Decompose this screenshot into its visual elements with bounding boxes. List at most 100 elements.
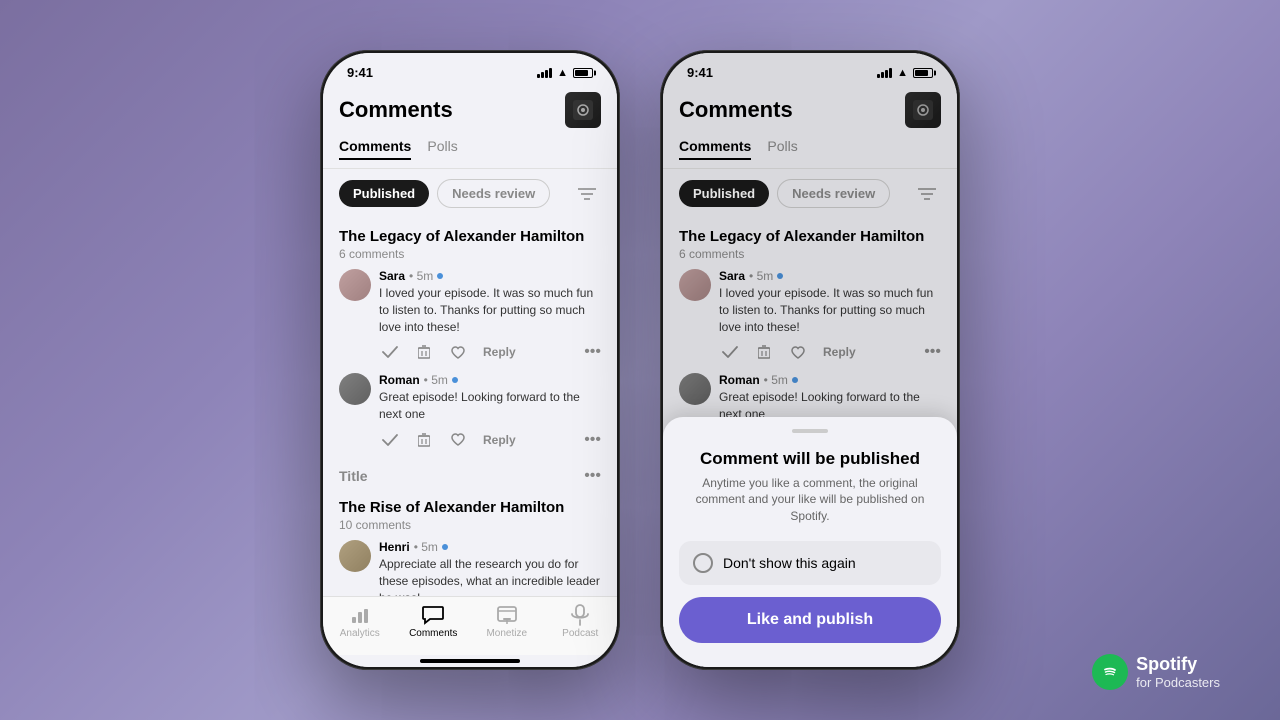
- comment-time-henri: • 5m: [414, 540, 438, 554]
- delete-btn-roman-1[interactable]: [413, 429, 435, 451]
- spotify-tagline: for Podcasters: [1136, 675, 1220, 690]
- modal-option-text: Don't show this again: [723, 555, 856, 571]
- modal-cta-button[interactable]: Like and publish: [679, 597, 941, 643]
- tab-analytics-1[interactable]: Analytics: [323, 603, 397, 639]
- comment-meta-roman-1: Roman • 5m: [379, 373, 601, 387]
- like-btn-sara-1[interactable]: [447, 341, 469, 363]
- spotify-branding: Spotify for Podcasters: [1092, 654, 1220, 690]
- status-icons-1: ▲: [537, 67, 593, 79]
- reply-btn-sara-1[interactable]: Reply: [483, 345, 516, 359]
- delete-btn-sara-1[interactable]: [413, 341, 435, 363]
- approve-btn-roman-1[interactable]: [379, 429, 401, 451]
- comment-time-sara-1: • 5m: [409, 269, 433, 283]
- modal-overlay: Comment will be published Anytime you li…: [663, 53, 957, 667]
- like-btn-roman-1[interactable]: [447, 429, 469, 451]
- comment-text-roman-1: Great episode! Looking forward to the ne…: [379, 389, 601, 423]
- avatar-sara-1: [339, 269, 371, 301]
- battery-fill: [575, 70, 588, 76]
- tabs-row-1: Comments Polls: [323, 134, 617, 169]
- episode-count-2-phone1: 10 comments: [339, 518, 601, 532]
- app-title-1: Comments: [339, 97, 453, 123]
- avatar-henri: [339, 540, 371, 572]
- comment-actions-sara-1: Reply •••: [379, 341, 601, 363]
- more-btn-sara-1[interactable]: •••: [584, 343, 601, 361]
- avatar-roman-1: [339, 373, 371, 405]
- tab-podcast-1[interactable]: Podcast: [544, 603, 618, 639]
- radio-circle: [693, 553, 713, 573]
- app-header-1: Comments: [323, 84, 617, 134]
- comment-actions-roman-1: Reply •••: [379, 429, 601, 451]
- comment-body-henri: Henri • 5m Appreciate all the research y…: [379, 540, 601, 596]
- modal-handle: [792, 429, 828, 433]
- comment-author-henri: Henri: [379, 540, 410, 554]
- comment-meta-henri: Henri • 5m: [379, 540, 601, 554]
- home-bar-1: [420, 659, 520, 663]
- monetize-icon-1: [497, 603, 517, 626]
- comment-dot-sara-1: [437, 273, 443, 279]
- spotify-name: Spotify: [1136, 654, 1220, 675]
- signal-bar: [549, 68, 552, 78]
- modal-option-dont-show[interactable]: Don't show this again: [679, 541, 941, 585]
- more-btn-roman-1[interactable]: •••: [584, 431, 601, 449]
- comment-body-roman-1: Roman • 5m Great episode! Looking forwar…: [379, 373, 601, 451]
- comments-scroll-1[interactable]: The Legacy of Alexander Hamilton 6 comme…: [323, 218, 617, 596]
- status-time-1: 9:41: [347, 65, 373, 80]
- comments-icon-1: [422, 603, 444, 626]
- home-indicator-1: [323, 655, 617, 667]
- comment-text-henri: Appreciate all the research you do for t…: [379, 556, 601, 596]
- episode-section-1: The Legacy of Alexander Hamilton 6 comme…: [323, 218, 617, 451]
- comment-author-roman-1: Roman: [379, 373, 420, 387]
- comment-dot-roman-1: [452, 377, 458, 383]
- comment-item-roman-1: Roman • 5m Great episode! Looking forwar…: [339, 373, 601, 451]
- filter-icon-1[interactable]: [573, 180, 601, 208]
- tab-monetize-label-1: Monetize: [486, 628, 527, 639]
- signal-bar: [545, 70, 548, 78]
- phone-2: 9:41 ▲ Comments: [660, 50, 960, 670]
- modal-subtitle: Anytime you like a comment, the original…: [679, 475, 941, 525]
- comment-item-sara-1: Sara • 5m I loved your episode. It was s…: [339, 269, 601, 363]
- signal-bar: [541, 72, 544, 78]
- phone-1: 9:41 ▲ Comments: [320, 50, 620, 670]
- tab-analytics-label-1: Analytics: [340, 628, 380, 639]
- signal-bars-1: [537, 68, 552, 78]
- comment-meta-sara-1: Sara • 5m: [379, 269, 601, 283]
- comment-body-sara-1: Sara • 5m I loved your episode. It was s…: [379, 269, 601, 363]
- phones-container: 9:41 ▲ Comments: [320, 50, 960, 670]
- spotify-logo: [1092, 654, 1128, 690]
- modal-title: Comment will be published: [679, 449, 941, 469]
- approve-btn-sara-1[interactable]: [379, 341, 401, 363]
- modal-sheet: Comment will be published Anytime you li…: [663, 417, 957, 667]
- comment-time-roman-1: • 5m: [424, 373, 448, 387]
- tab-podcast-label-1: Podcast: [562, 628, 598, 639]
- tab-monetize-1[interactable]: Monetize: [470, 603, 544, 639]
- tab-comments-bottom-1[interactable]: Comments: [397, 603, 471, 639]
- podcast-icon-1: [571, 603, 589, 626]
- comment-text-sara-1: I loved your episode. It was so much fun…: [379, 285, 601, 335]
- battery-icon-1: [573, 68, 593, 78]
- signal-bar: [537, 74, 540, 78]
- tab-bar-1: Analytics Comments Monetize: [323, 596, 617, 655]
- comment-dot-henri: [442, 544, 448, 550]
- episode-count-1: 6 comments: [339, 247, 601, 261]
- tab-comments-1[interactable]: Comments: [339, 138, 411, 160]
- section-more-1[interactable]: •••: [584, 467, 601, 485]
- episode-title-2-phone1: The Rise of Alexander Hamilton: [339, 499, 601, 516]
- comment-item-henri: Henri • 5m Appreciate all the research y…: [339, 540, 601, 596]
- episode-title-1: The Legacy of Alexander Hamilton: [339, 228, 601, 245]
- podcast-thumbnail-1[interactable]: [565, 92, 601, 128]
- episode-section-2-phone1: The Rise of Alexander Hamilton 10 commen…: [323, 489, 617, 596]
- section-divider-1: Title •••: [323, 461, 617, 489]
- tab-comments-label-1: Comments: [409, 628, 457, 639]
- reply-btn-roman-1[interactable]: Reply: [483, 433, 516, 447]
- tab-polls-1[interactable]: Polls: [427, 138, 457, 160]
- status-bar-1: 9:41 ▲: [323, 53, 617, 84]
- comment-author-sara-1: Sara: [379, 269, 405, 283]
- spotify-text: Spotify for Podcasters: [1136, 654, 1220, 690]
- filter-needs-review-1[interactable]: Needs review: [437, 179, 550, 208]
- filter-published-1[interactable]: Published: [339, 180, 429, 207]
- analytics-icon-1: [350, 603, 370, 626]
- wifi-icon-1: ▲: [557, 67, 568, 79]
- section-label-1: Title: [339, 468, 368, 484]
- podcast-thumb-inner: [565, 92, 601, 128]
- filter-row-1: Published Needs review: [323, 169, 617, 218]
